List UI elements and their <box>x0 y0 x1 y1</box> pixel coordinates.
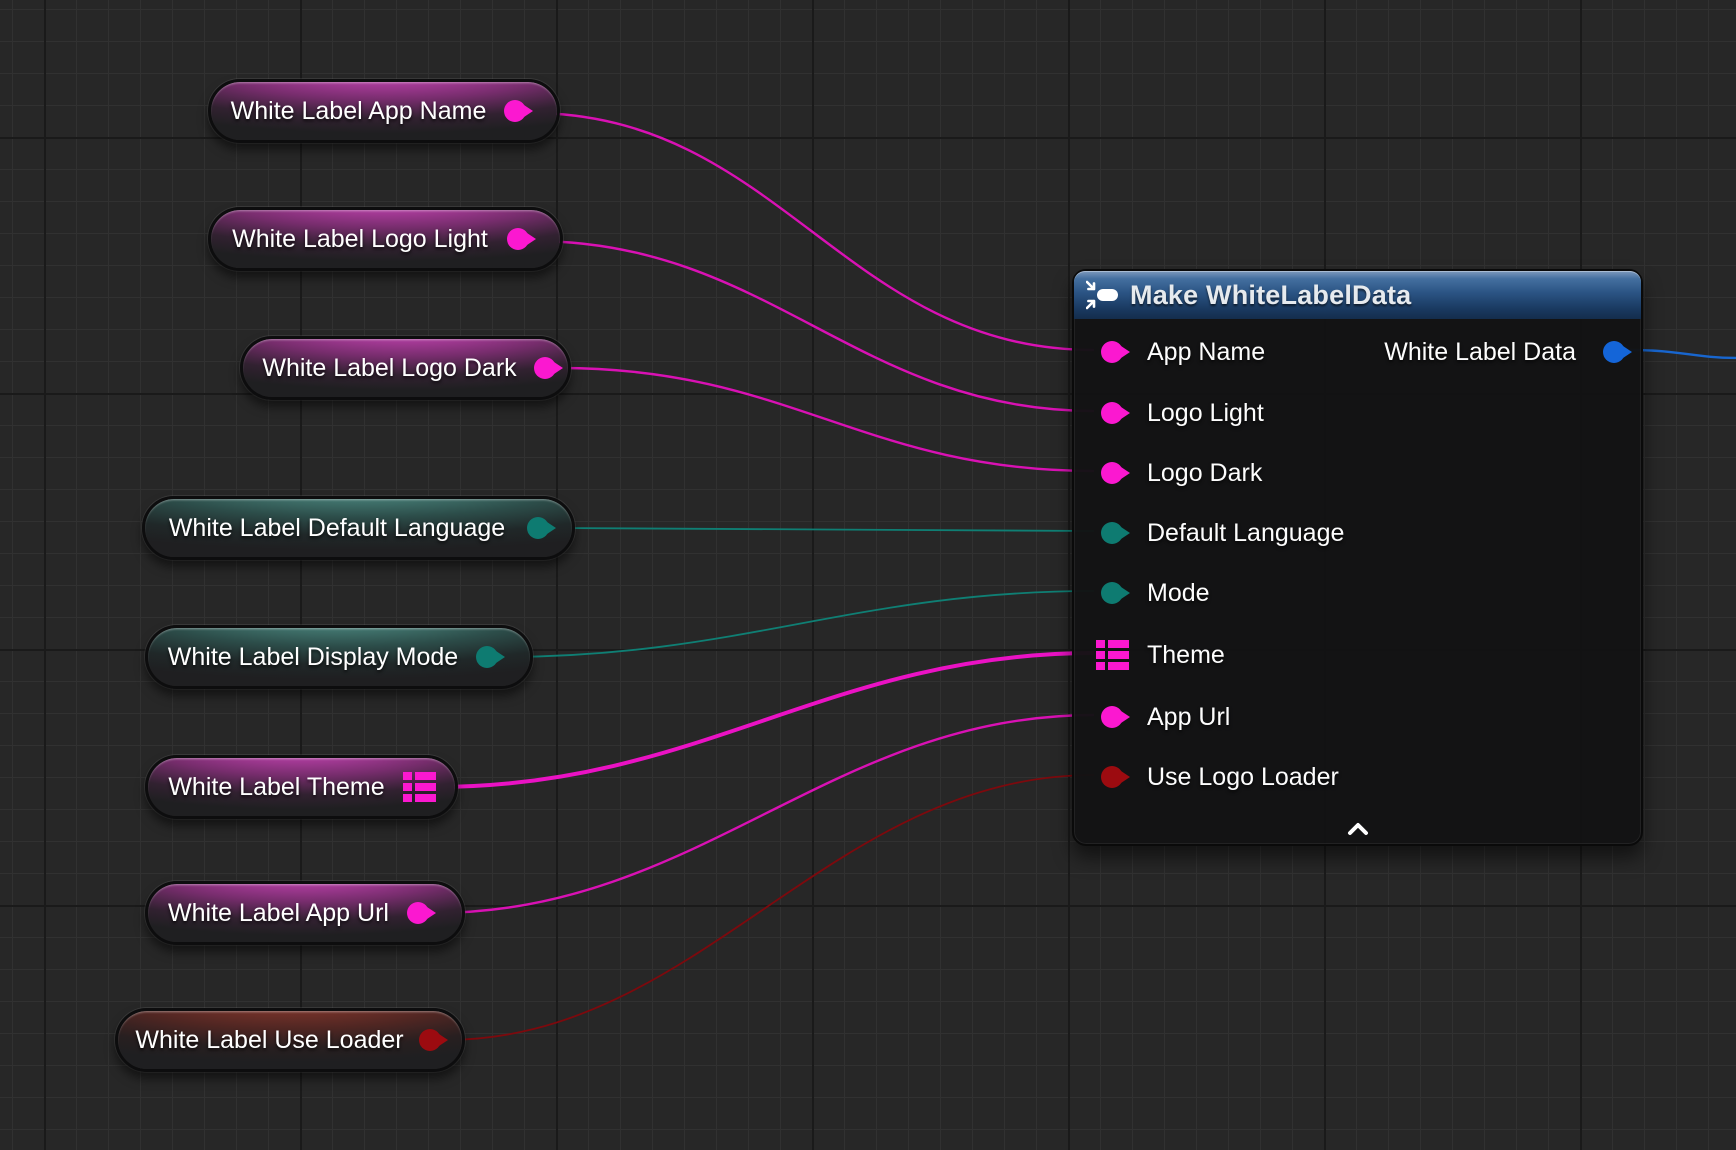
wire-app-name[interactable] <box>530 113 1094 350</box>
node-body: White Label Use Loader <box>118 1011 462 1069</box>
output-pin-bool-icon[interactable] <box>419 1029 441 1051</box>
node-make-whitelabeldata[interactable]: Make WhiteLabelData App Name White Label… <box>1072 269 1643 846</box>
pin-label: Mode <box>1147 563 1210 623</box>
pin-row-logo-dark: Logo Dark <box>1074 443 1641 503</box>
wire-theme[interactable] <box>436 653 1094 787</box>
node-body: White Label Display Mode <box>148 628 530 686</box>
node-body: White Label Default Language <box>145 499 572 557</box>
node-get-white-label-theme[interactable]: White Label Theme <box>145 755 458 819</box>
node-title: White Label App Name <box>225 82 492 140</box>
pin-label: Theme <box>1147 625 1225 685</box>
pin-row-theme: Theme <box>1074 625 1641 685</box>
wire-display-mode[interactable] <box>502 591 1094 657</box>
input-pin-string-icon[interactable] <box>1101 462 1123 484</box>
pin-row-app-url: App Url <box>1074 687 1641 747</box>
input-pin-enum-icon[interactable] <box>1101 522 1123 544</box>
input-pin-string-icon[interactable] <box>1101 706 1123 728</box>
node-title: White Label Logo Dark <box>257 339 522 397</box>
input-pin-string-icon[interactable] <box>1101 402 1123 424</box>
pin-label: App Url <box>1147 687 1230 747</box>
node-get-white-label-app-url[interactable]: White Label App Url <box>145 881 465 945</box>
node-header[interactable]: Make WhiteLabelData <box>1074 271 1641 319</box>
wire-use-loader[interactable] <box>445 775 1094 1040</box>
node-get-white-label-display-mode[interactable]: White Label Display Mode <box>145 625 533 689</box>
wire-white-label-data-output[interactable] <box>1630 350 1736 358</box>
output-pin-string-icon[interactable] <box>534 357 556 379</box>
wire-app-url[interactable] <box>433 715 1094 913</box>
input-pin-struct-icon[interactable] <box>1096 640 1129 670</box>
node-title: White Label Theme <box>162 758 391 816</box>
pin-label: Logo Dark <box>1147 443 1262 503</box>
make-struct-icon <box>1086 280 1120 310</box>
pin-label: Logo Light <box>1147 383 1264 443</box>
node-body: White Label App Name <box>211 82 557 140</box>
pin-label: White Label Data <box>1384 322 1576 382</box>
output-pin-string-icon[interactable] <box>507 228 529 250</box>
node-body: White Label Theme <box>148 758 455 816</box>
pin-label: Default Language <box>1147 503 1344 563</box>
node-body: White Label App Url <box>148 884 462 942</box>
pin-row-mode: Mode <box>1074 563 1641 623</box>
node-get-white-label-logo-dark[interactable]: White Label Logo Dark <box>240 336 571 400</box>
output-pin-enum-icon[interactable] <box>476 646 498 668</box>
node-get-white-label-use-loader[interactable]: White Label Use Loader <box>115 1008 465 1072</box>
collapse-node-chevron-icon[interactable] <box>1347 822 1369 836</box>
node-title: White Label App Url <box>162 884 395 942</box>
output-pin-struct-icon[interactable] <box>1603 341 1625 363</box>
node-title: White Label Display Mode <box>162 628 464 686</box>
node-get-white-label-app-name[interactable]: White Label App Name <box>208 79 560 143</box>
output-pin-enum-icon[interactable] <box>527 517 549 539</box>
node-get-white-label-default-language[interactable]: White Label Default Language <box>142 496 575 560</box>
output-pin-string-icon[interactable] <box>407 902 429 924</box>
pin-label: Use Logo Loader <box>1147 747 1339 807</box>
output-pin-string-icon[interactable] <box>504 100 526 122</box>
pin-row-use-logo-loader: Use Logo Loader <box>1074 747 1641 807</box>
wire-logo-light[interactable] <box>533 241 1094 411</box>
output-pin-struct-icon[interactable] <box>403 772 436 802</box>
node-body: White Label Logo Light <box>211 210 560 268</box>
node-title: White Label Logo Light <box>225 210 495 268</box>
wire-default-language[interactable] <box>553 528 1094 531</box>
node-title: Make WhiteLabelData <box>1130 280 1411 311</box>
pin-row-logo-light: Logo Light <box>1074 383 1641 443</box>
node-body: White Label Logo Dark <box>243 339 568 397</box>
node-title: White Label Default Language <box>159 499 515 557</box>
pin-row-white-label-data: White Label Data <box>1074 322 1641 382</box>
blueprint-graph-canvas[interactable]: White Label App Name White Label Logo Li… <box>0 0 1736 1150</box>
input-pin-bool-icon[interactable] <box>1101 766 1123 788</box>
node-get-white-label-logo-light[interactable]: White Label Logo Light <box>208 207 563 271</box>
pin-row-default-language: Default Language <box>1074 503 1641 563</box>
wire-logo-dark[interactable] <box>560 368 1094 471</box>
input-pin-enum-icon[interactable] <box>1101 582 1123 604</box>
node-title: White Label Use Loader <box>132 1011 407 1069</box>
